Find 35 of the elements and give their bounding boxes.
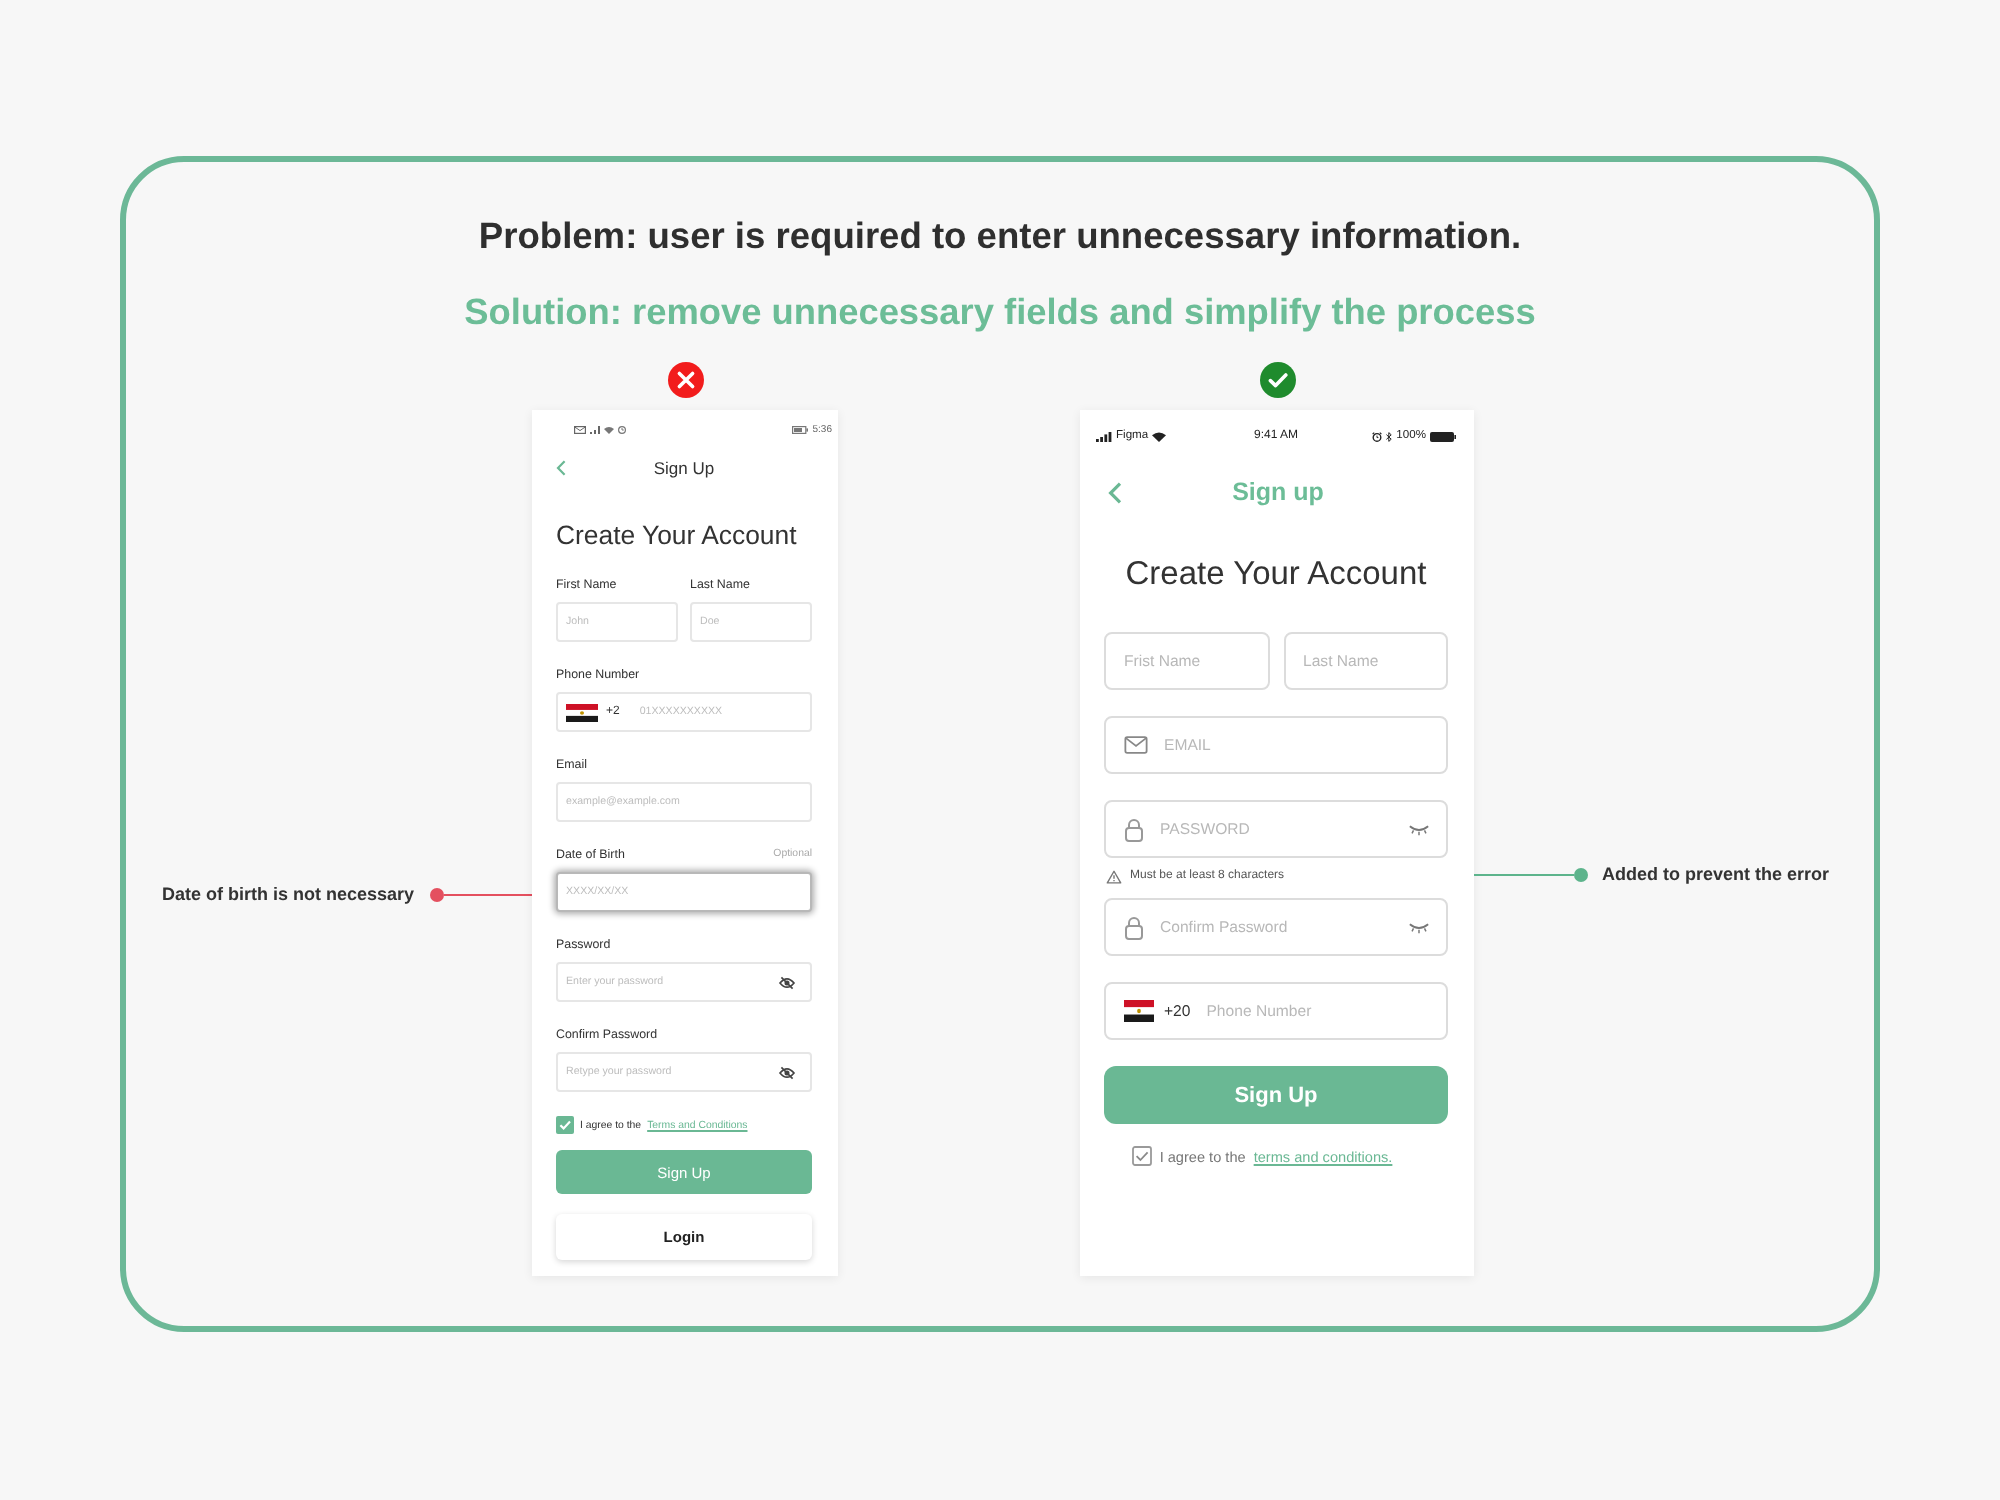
- chevron-left-icon[interactable]: [556, 460, 566, 476]
- problem-heading: Problem: user is required to enter unnecessary information.: [476, 214, 1524, 258]
- flag-icon: [566, 703, 598, 721]
- eye-slash-icon[interactable]: [778, 975, 796, 989]
- annotation-text: Date of birth is not necessary: [162, 882, 415, 906]
- flag-icon: [1124, 1000, 1154, 1022]
- leader-line: [444, 893, 532, 895]
- closed-eye-icon[interactable]: [1408, 823, 1430, 835]
- checkbox[interactable]: [556, 1116, 574, 1134]
- signal-icon: [590, 426, 600, 434]
- closed-eye-icon[interactable]: [1408, 921, 1430, 933]
- envelope-icon: [574, 426, 586, 434]
- sign-up-button[interactable]: Sign Up: [1104, 1066, 1448, 1124]
- warning-icon: [1106, 869, 1122, 883]
- leader-line: [1474, 873, 1574, 875]
- screen-title: Sign Up: [653, 456, 715, 480]
- form-heading: Create Your Account: [1123, 554, 1429, 594]
- signal-icon: [1096, 431, 1112, 441]
- wifi-icon: [1152, 431, 1167, 441]
- lock-icon: [1124, 915, 1144, 939]
- solution-heading: Solution: remove unnecessary fields and simplify the process: [462, 290, 1538, 334]
- battery-icon: [1430, 431, 1456, 441]
- screen-title: Sign up: [1232, 478, 1324, 506]
- eye-slash-icon[interactable]: [778, 1065, 796, 1079]
- checkbox[interactable]: [1131, 1146, 1152, 1166]
- annotation-text: Added to prevent the error: [1602, 862, 1830, 886]
- lock-icon: [1124, 817, 1144, 841]
- clock-icon: [618, 426, 626, 434]
- form-heading: Create Your Account: [556, 520, 799, 552]
- bluetooth-icon: [1386, 431, 1393, 441]
- alarm-clock-icon: [1372, 431, 1383, 441]
- wifi-icon: [604, 426, 614, 434]
- envelope-icon: [1124, 736, 1148, 754]
- battery-icon: [792, 426, 809, 434]
- chevron-left-icon[interactable]: [1108, 481, 1122, 503]
